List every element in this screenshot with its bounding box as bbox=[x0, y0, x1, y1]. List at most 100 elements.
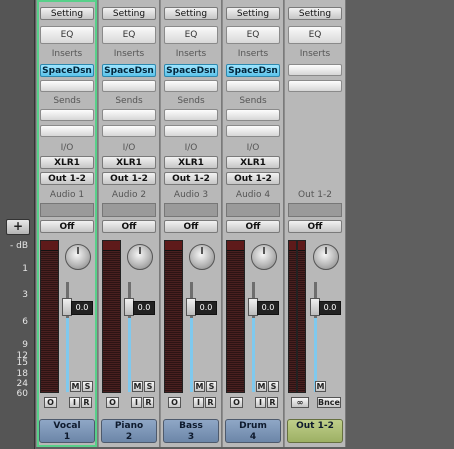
scale-tick: 15 bbox=[16, 358, 28, 368]
track-name-label[interactable]: Vocal 1 bbox=[39, 419, 95, 443]
io-label: I/O bbox=[246, 143, 260, 153]
peak-indicator bbox=[298, 241, 305, 251]
send-slot[interactable] bbox=[102, 125, 156, 137]
setting-button[interactable]: Setting bbox=[102, 7, 156, 20]
record-button[interactable]: O bbox=[106, 397, 119, 408]
setting-button[interactable]: Setting bbox=[288, 7, 342, 20]
insert-plugin-slot[interactable]: SpaceDsn bbox=[102, 64, 156, 77]
channel-strip-drum[interactable]: Setting EQ Inserts SpaceDsn Sends I/O XL… bbox=[222, 0, 284, 447]
pan-knob[interactable] bbox=[189, 244, 215, 270]
mute-button[interactable]: M bbox=[315, 381, 326, 392]
track-name-label[interactable]: Piano 2 bbox=[101, 419, 157, 443]
solo-button[interactable]: S bbox=[268, 381, 279, 392]
automation-button[interactable]: Off bbox=[40, 220, 94, 233]
insert-empty-slot[interactable] bbox=[288, 64, 342, 76]
automation-button[interactable]: Off bbox=[288, 220, 342, 233]
solo-button[interactable]: S bbox=[144, 381, 155, 392]
output-button[interactable]: Out 1-2 bbox=[102, 172, 156, 185]
group-slot[interactable] bbox=[164, 203, 218, 217]
track-type-label: Audio 3 bbox=[173, 190, 209, 200]
input-button[interactable]: XLR1 bbox=[226, 156, 280, 169]
input-monitor-button[interactable]: I bbox=[131, 397, 142, 408]
eq-display[interactable]: EQ bbox=[164, 26, 218, 44]
send-slot[interactable] bbox=[40, 109, 94, 121]
record-enable-button[interactable]: R bbox=[267, 397, 278, 408]
automation-button[interactable]: Off bbox=[226, 220, 280, 233]
eq-display[interactable]: EQ bbox=[288, 26, 342, 44]
send-slot[interactable] bbox=[164, 125, 218, 137]
insert-empty-slot[interactable] bbox=[164, 80, 218, 92]
output-button[interactable]: Out 1-2 bbox=[40, 172, 94, 185]
volume-value: 0.0 bbox=[319, 301, 341, 315]
mute-button[interactable]: M bbox=[70, 381, 81, 392]
channel-strip-piano[interactable]: Setting EQ Inserts SpaceDsn Sends I/O XL… bbox=[98, 0, 160, 447]
inserts-label: Inserts bbox=[51, 49, 83, 59]
automation-button[interactable]: Off bbox=[102, 220, 156, 233]
link-icon[interactable]: ∞ bbox=[291, 397, 309, 408]
eq-display[interactable]: EQ bbox=[102, 26, 156, 44]
record-button[interactable]: O bbox=[168, 397, 181, 408]
send-slot[interactable] bbox=[226, 109, 280, 121]
pan-knob[interactable] bbox=[251, 244, 277, 270]
insert-empty-slot[interactable] bbox=[102, 80, 156, 92]
level-meter bbox=[164, 240, 183, 393]
output-button[interactable]: Out 1-2 bbox=[226, 172, 280, 185]
record-button[interactable]: O bbox=[230, 397, 243, 408]
insert-plugin-slot[interactable]: SpaceDsn bbox=[226, 64, 280, 77]
channel-strip-vocal[interactable]: Setting EQ Inserts SpaceDsn Sends I/O XL… bbox=[36, 0, 98, 447]
setting-button[interactable]: Setting bbox=[164, 7, 218, 20]
pan-knob[interactable] bbox=[65, 244, 91, 270]
peak-indicator bbox=[227, 241, 244, 251]
input-button[interactable]: XLR1 bbox=[102, 156, 156, 169]
channel-strip-output[interactable]: Setting EQ Inserts Out 1-2 Off 0.0 M ∞ B… bbox=[284, 0, 346, 447]
setting-button[interactable]: Setting bbox=[226, 7, 280, 20]
track-number: 1 bbox=[63, 432, 71, 442]
setting-button[interactable]: Setting bbox=[40, 7, 94, 20]
track-name-label[interactable]: Drum 4 bbox=[225, 419, 281, 443]
send-slot[interactable] bbox=[164, 109, 218, 121]
mute-button[interactable]: M bbox=[132, 381, 143, 392]
solo-button[interactable]: S bbox=[206, 381, 217, 392]
solo-button[interactable]: S bbox=[82, 381, 93, 392]
track-type-label: Audio 2 bbox=[111, 190, 147, 200]
scale-tick: 18 bbox=[16, 369, 28, 379]
eq-display[interactable]: EQ bbox=[226, 26, 280, 44]
bounce-button[interactable]: Bnce bbox=[317, 397, 341, 408]
inserts-label: Inserts bbox=[299, 49, 331, 59]
balance-knob[interactable] bbox=[313, 244, 339, 270]
eq-display[interactable]: EQ bbox=[40, 26, 94, 44]
level-meter bbox=[102, 240, 121, 393]
insert-empty-slot[interactable] bbox=[288, 80, 342, 92]
record-enable-button[interactable]: R bbox=[143, 397, 154, 408]
insert-plugin-slot[interactable]: SpaceDsn bbox=[164, 64, 218, 77]
input-monitor-button[interactable]: I bbox=[69, 397, 80, 408]
mute-button[interactable]: M bbox=[194, 381, 205, 392]
level-meter-left bbox=[288, 240, 297, 393]
group-slot[interactable] bbox=[40, 203, 94, 217]
output-button[interactable]: Out 1-2 bbox=[164, 172, 218, 185]
send-slot[interactable] bbox=[102, 109, 156, 121]
pan-knob[interactable] bbox=[127, 244, 153, 270]
track-name-label[interactable]: Bass 3 bbox=[163, 419, 219, 443]
output-name-label[interactable]: Out 1-2 bbox=[287, 419, 343, 443]
channel-strip-bass[interactable]: Setting EQ Inserts SpaceDsn Sends I/O XL… bbox=[160, 0, 222, 447]
input-button[interactable]: XLR1 bbox=[40, 156, 94, 169]
group-slot[interactable] bbox=[288, 203, 342, 217]
group-slot[interactable] bbox=[226, 203, 280, 217]
input-button[interactable]: XLR1 bbox=[164, 156, 218, 169]
scale-tick: - dB bbox=[10, 241, 28, 251]
group-slot[interactable] bbox=[102, 203, 156, 217]
send-slot[interactable] bbox=[226, 125, 280, 137]
record-enable-button[interactable]: R bbox=[205, 397, 216, 408]
mute-button[interactable]: M bbox=[256, 381, 267, 392]
add-track-button[interactable]: + bbox=[6, 219, 30, 235]
insert-empty-slot[interactable] bbox=[40, 80, 94, 92]
insert-empty-slot[interactable] bbox=[226, 80, 280, 92]
send-slot[interactable] bbox=[40, 125, 94, 137]
automation-button[interactable]: Off bbox=[164, 220, 218, 233]
input-monitor-button[interactable]: I bbox=[255, 397, 266, 408]
insert-plugin-slot[interactable]: SpaceDsn bbox=[40, 64, 94, 77]
input-monitor-button[interactable]: I bbox=[193, 397, 204, 408]
record-button[interactable]: O bbox=[44, 397, 57, 408]
record-enable-button[interactable]: R bbox=[81, 397, 92, 408]
